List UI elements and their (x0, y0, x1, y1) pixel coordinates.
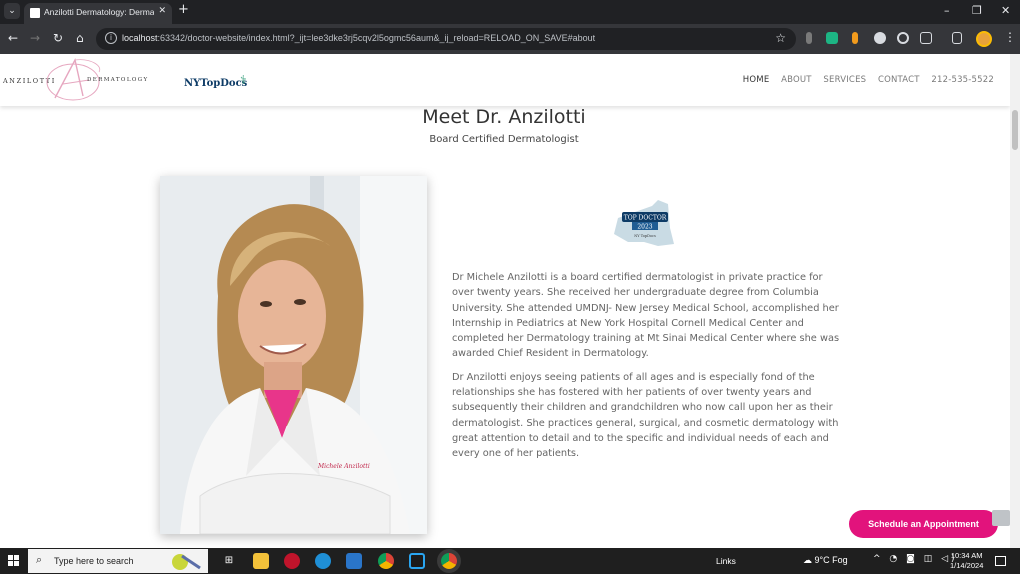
side-panel-icon[interactable] (952, 32, 962, 44)
clock-date: 1/14/2024 (950, 561, 984, 570)
nytopdocs-text: NYTopDocs (184, 78, 248, 89)
cloud-icon: ☁ (803, 555, 815, 565)
weather-widget[interactable]: ☁ 9°C Fog (803, 555, 848, 566)
bookmark-star-icon[interactable]: ☆ (775, 31, 786, 45)
site-header: ANZILOTTI DERMATOLOGY NYTopDocs ⚕ HOME A… (0, 54, 1010, 106)
coat-signature: Michele Anzilotti (317, 463, 370, 470)
mail-icon[interactable] (346, 553, 362, 569)
profile-avatar[interactable] (976, 31, 992, 47)
nav-home[interactable]: HOME (743, 75, 770, 85)
notification-icon[interactable] (995, 556, 1006, 566)
page-scrollbar[interactable] (1010, 54, 1020, 548)
browser-tab-active[interactable]: Anzilotti Dermatology: Dermat ✕ (24, 3, 172, 24)
system-tray-icons[interactable]: ^ ◔ ◙ ◫ ◁) (873, 554, 958, 564)
file-explorer-icon[interactable] (253, 553, 269, 569)
home-icon[interactable]: ⌂ (76, 31, 84, 45)
chrome-icon[interactable] (378, 553, 394, 569)
caduceus-icon: ⚕ (240, 73, 247, 87)
chat-widget-icon[interactable] (992, 510, 1010, 526)
new-tab-icon[interactable]: + (178, 2, 189, 17)
badge-source: NY TopDocs (634, 234, 656, 238)
browser-menu-icon[interactable]: ⋮ (1004, 30, 1016, 44)
scrollbar-thumb[interactable] (1012, 110, 1018, 150)
edge-icon[interactable] (315, 553, 331, 569)
portrait-illustration: Michele Anzilotti (160, 176, 427, 534)
extension-green-icon[interactable] (826, 32, 838, 44)
page-title: Meet Dr. Anzilotti (422, 106, 586, 128)
extension-settings-icon[interactable] (874, 32, 886, 44)
tab-favicon-icon (30, 8, 40, 18)
nytopdocs-logo[interactable]: NYTopDocs ⚕ (184, 71, 259, 89)
nav-phone[interactable]: 212-535-5522 (931, 75, 994, 85)
weather-text: 9°C Fog (814, 555, 848, 565)
taskbar-search-input[interactable]: Type here to search (54, 556, 134, 566)
nav-contact[interactable]: CONTACT (878, 75, 920, 85)
extension-orange-icon[interactable] (852, 32, 858, 44)
restore-icon[interactable]: ❐ (972, 4, 982, 17)
forward-icon[interactable]: → (30, 31, 40, 45)
windows-start-icon[interactable] (8, 555, 20, 567)
schedule-appointment-button[interactable]: Schedule an Appointment (849, 510, 998, 538)
top-doctor-badge-icon: TOP DOCTOR 2023 NY TopDocs (614, 200, 674, 246)
extension-circle-icon[interactable] (897, 32, 909, 44)
tab-close-icon[interactable]: ✕ (158, 6, 166, 16)
page-viewport: ANZILOTTI DERMATOLOGY NYTopDocs ⚕ HOME A… (0, 54, 1010, 548)
taskbar-search[interactable]: ⌕ Type here to search (28, 549, 208, 573)
site-info-icon[interactable]: i (105, 32, 117, 44)
windows-taskbar: ⌕ Type here to search ⊞ Links ☁ 9°C Fog … (0, 548, 1020, 574)
doctor-portrait: Michele Anzilotti (160, 176, 427, 534)
doctor-bio: Dr Michele Anzilotti is a board certifie… (452, 270, 844, 470)
tab-title: Anzilotti Dermatology: Dermat (44, 7, 154, 17)
tab-search-menu-icon[interactable]: ⌄ (4, 3, 20, 19)
clock-time: 10:34 AM (950, 551, 983, 560)
badge-title: TOP DOCTOR (624, 215, 667, 222)
extension-icon[interactable] (806, 32, 812, 44)
reload-icon[interactable]: ↻ (53, 31, 63, 45)
nav-about[interactable]: ABOUT (781, 75, 812, 85)
anzilotti-logo[interactable]: ANZILOTTI DERMATOLOGY (3, 57, 153, 101)
ide-icon[interactable] (409, 553, 425, 569)
logo-text-right: DERMATOLOGY (87, 77, 149, 83)
bio-paragraph: Dr Michele Anzilotti is a board certifie… (452, 272, 840, 360)
badge-year: 2023 (637, 224, 652, 231)
search-highlight-icon (172, 554, 201, 570)
extensions-puzzle-icon[interactable] (920, 32, 932, 44)
address-bar[interactable]: i localhost:63342/doctor-website/index.h… (96, 28, 796, 50)
search-icon: ⌕ (36, 553, 43, 566)
address-url[interactable]: localhost:63342/doctor-website/index.htm… (122, 33, 595, 43)
taskbar-clock[interactable]: 10:34 AM 1/14/2024 (950, 551, 983, 571)
task-view-icon[interactable]: ⊞ (221, 553, 237, 569)
top-doctor-badge: TOP DOCTOR 2023 NY TopDocs (608, 198, 680, 252)
back-icon[interactable]: ← (8, 31, 18, 45)
bio-paragraph: Dr Anzilotti enjoys seeing patients of a… (452, 371, 839, 460)
main-nav: HOME ABOUT SERVICES CONTACT 212-535-5522 (734, 75, 994, 85)
page-subtitle: Board Certified Dermatologist (429, 134, 579, 145)
taskbar-links[interactable]: Links (716, 556, 736, 566)
chrome-active-icon[interactable] (441, 553, 457, 569)
minimize-icon[interactable]: – (944, 4, 950, 17)
nav-services[interactable]: SERVICES (823, 75, 866, 85)
app-red-icon[interactable] (284, 553, 300, 569)
close-window-icon[interactable]: ✕ (1001, 4, 1010, 17)
browser-toolbar: ← → ↻ ⌂ i localhost:63342/doctor-website… (0, 24, 1020, 54)
browser-tab-strip: ⌄ Anzilotti Dermatology: Dermat ✕ + – ❐ … (0, 0, 1020, 24)
